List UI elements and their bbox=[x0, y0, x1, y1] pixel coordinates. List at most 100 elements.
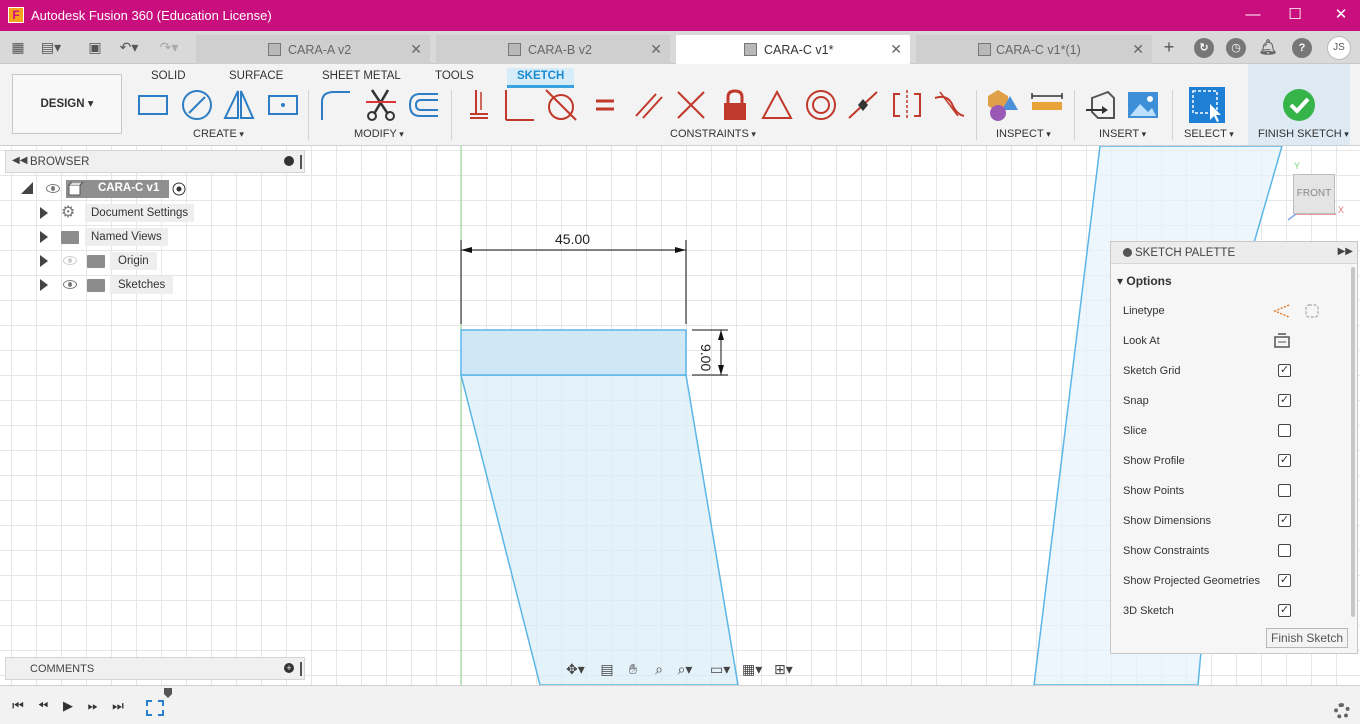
palette-row-show-points[interactable]: Show Points bbox=[1123, 482, 1343, 502]
close-tab-icon[interactable]: ✕ bbox=[410, 41, 422, 58]
trim-scissors-icon[interactable] bbox=[364, 88, 398, 122]
fix-lock-icon[interactable] bbox=[718, 88, 752, 122]
coincident-constraint-icon[interactable] bbox=[462, 88, 496, 122]
3d-sketch-checkbox[interactable]: ✓ bbox=[1278, 604, 1291, 617]
slice-checkbox[interactable] bbox=[1278, 424, 1291, 437]
undo-icon[interactable]: ↶▾ bbox=[116, 36, 142, 58]
insert-derive-icon[interactable] bbox=[1084, 88, 1118, 122]
close-tab-icon[interactable]: ✕ bbox=[650, 41, 662, 58]
go-to-end-icon[interactable]: ⏭ bbox=[110, 698, 126, 714]
inspect-menu[interactable]: INSPECT bbox=[996, 128, 1051, 140]
constraints-menu[interactable]: CONSTRAINTS bbox=[670, 128, 756, 140]
finish-sketch-menu[interactable]: FINISH SKETCH bbox=[1258, 128, 1349, 140]
user-avatar[interactable]: JS bbox=[1327, 36, 1351, 60]
sketch-profile-trapezoid[interactable] bbox=[460, 374, 739, 685]
snap-checkbox[interactable]: ✓ bbox=[1278, 394, 1291, 407]
timeline-settings-gear-icon[interactable] bbox=[1334, 703, 1350, 719]
curvature-constraint-icon[interactable] bbox=[932, 88, 966, 122]
create-menu[interactable]: CREATE bbox=[193, 128, 244, 140]
tab-solid[interactable]: SOLID bbox=[151, 68, 186, 88]
look-at-icon[interactable]: ▤ bbox=[598, 660, 616, 678]
parallel-constraint-icon[interactable] bbox=[632, 88, 666, 122]
browser-item-document-settings[interactable]: ⚙ Document Settings bbox=[40, 203, 200, 223]
visibility-eye-off-icon[interactable] bbox=[63, 256, 77, 265]
tab-cara-c-copy[interactable]: CARA-C v1*(1) ✕ bbox=[916, 35, 1152, 64]
expand-arrow-icon[interactable] bbox=[40, 279, 48, 291]
palette-row-show-projected-geometries[interactable]: Show Projected Geometries ✓ bbox=[1123, 572, 1343, 592]
circle-tool-icon[interactable] bbox=[180, 88, 214, 122]
options-section-header[interactable]: ▾ Options bbox=[1117, 274, 1172, 288]
viewports-icon[interactable]: ⊞▾ bbox=[774, 660, 793, 678]
step-back-icon[interactable]: ⏪︎ bbox=[35, 698, 51, 714]
browser-panel-header[interactable]: ◀◀ BROWSER bbox=[5, 150, 305, 173]
symmetry-constraint-icon[interactable] bbox=[890, 88, 924, 122]
tab-cara-c[interactable]: CARA-C v1* ✕ bbox=[676, 35, 910, 64]
tangent-constraint-icon[interactable] bbox=[544, 88, 578, 122]
timeline-sketch-feature-icon[interactable] bbox=[146, 700, 164, 716]
maximize-button[interactable]: ☐ bbox=[1280, 4, 1310, 26]
palette-row-show-constraints[interactable]: Show Constraints bbox=[1123, 542, 1343, 562]
pan-hand-icon[interactable]: ✋︎ bbox=[624, 660, 642, 678]
extensions-icon[interactable]: ↻ bbox=[1194, 38, 1214, 58]
rectangle-tool-icon[interactable] bbox=[136, 88, 170, 122]
app-grid-icon[interactable]: ▦ bbox=[5, 36, 31, 58]
minimize-panel-icon[interactable] bbox=[284, 156, 294, 166]
sketch-palette-header[interactable]: SKETCH PALETTE ▶▶ bbox=[1111, 242, 1357, 264]
mirror-tool-icon[interactable] bbox=[222, 88, 256, 122]
height-dimension-value[interactable]: 9.00 bbox=[698, 344, 714, 384]
activate-radio-icon[interactable] bbox=[172, 182, 186, 196]
step-forward-icon[interactable]: ⏩︎ bbox=[85, 698, 101, 714]
close-tab-icon[interactable]: ✕ bbox=[1132, 41, 1144, 58]
redo-icon[interactable]: ↷▾ bbox=[156, 36, 182, 58]
palette-row-sketch-grid[interactable]: Sketch Grid ✓ bbox=[1123, 362, 1343, 382]
collinear-constraint-icon[interactable] bbox=[674, 88, 708, 122]
visibility-eye-icon[interactable] bbox=[63, 280, 77, 289]
new-tab-icon[interactable]: + bbox=[1156, 36, 1182, 58]
offset-tool-icon[interactable] bbox=[406, 88, 440, 122]
triangle-constraint-icon[interactable] bbox=[760, 88, 794, 122]
panel-pin-icon[interactable] bbox=[300, 155, 302, 169]
zoom-icon[interactable]: ⌕ bbox=[650, 660, 668, 678]
show-dimensions-checkbox[interactable]: ✓ bbox=[1278, 514, 1291, 527]
workspace-switcher[interactable]: DESIGN ▾ bbox=[12, 74, 122, 134]
browser-item-origin[interactable]: Origin bbox=[40, 251, 200, 271]
tab-tools[interactable]: TOOLS bbox=[435, 68, 474, 88]
look-at-icon[interactable] bbox=[1273, 333, 1291, 349]
finish-sketch-check-icon[interactable] bbox=[1282, 88, 1316, 122]
minimize-button[interactable]: — bbox=[1238, 4, 1268, 26]
measure-ruler-icon[interactable] bbox=[1030, 88, 1064, 122]
fillet-tool-icon[interactable] bbox=[318, 88, 352, 122]
go-to-start-icon[interactable]: ⏮ bbox=[10, 698, 26, 714]
save-icon[interactable]: ▣ bbox=[82, 36, 108, 58]
modify-menu[interactable]: MODIFY bbox=[354, 128, 404, 140]
tab-sheet-metal[interactable]: SHEET METAL bbox=[322, 68, 401, 88]
comments-panel[interactable]: COMMENTS + bbox=[5, 657, 305, 680]
close-tab-icon[interactable]: ✕ bbox=[890, 41, 902, 58]
panel-pin-icon[interactable] bbox=[300, 662, 302, 676]
visibility-eye-icon[interactable] bbox=[46, 184, 60, 193]
select-window-icon[interactable] bbox=[1188, 86, 1226, 124]
browser-root-node[interactable]: CARA-C v1 bbox=[20, 179, 190, 199]
expand-arrow-icon[interactable] bbox=[40, 255, 48, 267]
close-window-button[interactable]: ✕ bbox=[1326, 4, 1356, 26]
palette-row-snap[interactable]: Snap ✓ bbox=[1123, 392, 1343, 412]
file-menu-icon[interactable]: ▤▾ bbox=[38, 36, 64, 58]
finish-sketch-button[interactable]: Finish Sketch bbox=[1266, 628, 1348, 648]
expand-arrow-icon[interactable] bbox=[40, 207, 48, 219]
point-tool-icon[interactable] bbox=[266, 88, 300, 122]
tab-cara-a[interactable]: CARA-A v2 ✕ bbox=[196, 35, 430, 64]
fit-zoom-icon[interactable]: ⌕▾ bbox=[676, 660, 694, 678]
browser-item-named-views[interactable]: Named Views bbox=[40, 227, 200, 247]
palette-row-show-profile[interactable]: Show Profile ✓ bbox=[1123, 452, 1343, 472]
expand-palette-icon[interactable]: ▶▶ bbox=[1338, 246, 1353, 257]
insert-canvas-image-icon[interactable] bbox=[1126, 88, 1160, 122]
construction-linetype-icon[interactable] bbox=[1273, 303, 1291, 319]
tab-cara-b[interactable]: CARA-B v2 ✕ bbox=[436, 35, 670, 64]
select-menu[interactable]: SELECT bbox=[1184, 128, 1234, 140]
palette-scrollbar[interactable] bbox=[1351, 267, 1355, 617]
browser-item-sketches[interactable]: Sketches bbox=[40, 275, 200, 295]
interference-shapes-icon[interactable] bbox=[986, 88, 1020, 122]
tab-sketch[interactable]: SKETCH bbox=[507, 68, 575, 88]
orbit-icon[interactable]: ✥▾ bbox=[566, 660, 585, 678]
show-profile-checkbox[interactable]: ✓ bbox=[1278, 454, 1291, 467]
